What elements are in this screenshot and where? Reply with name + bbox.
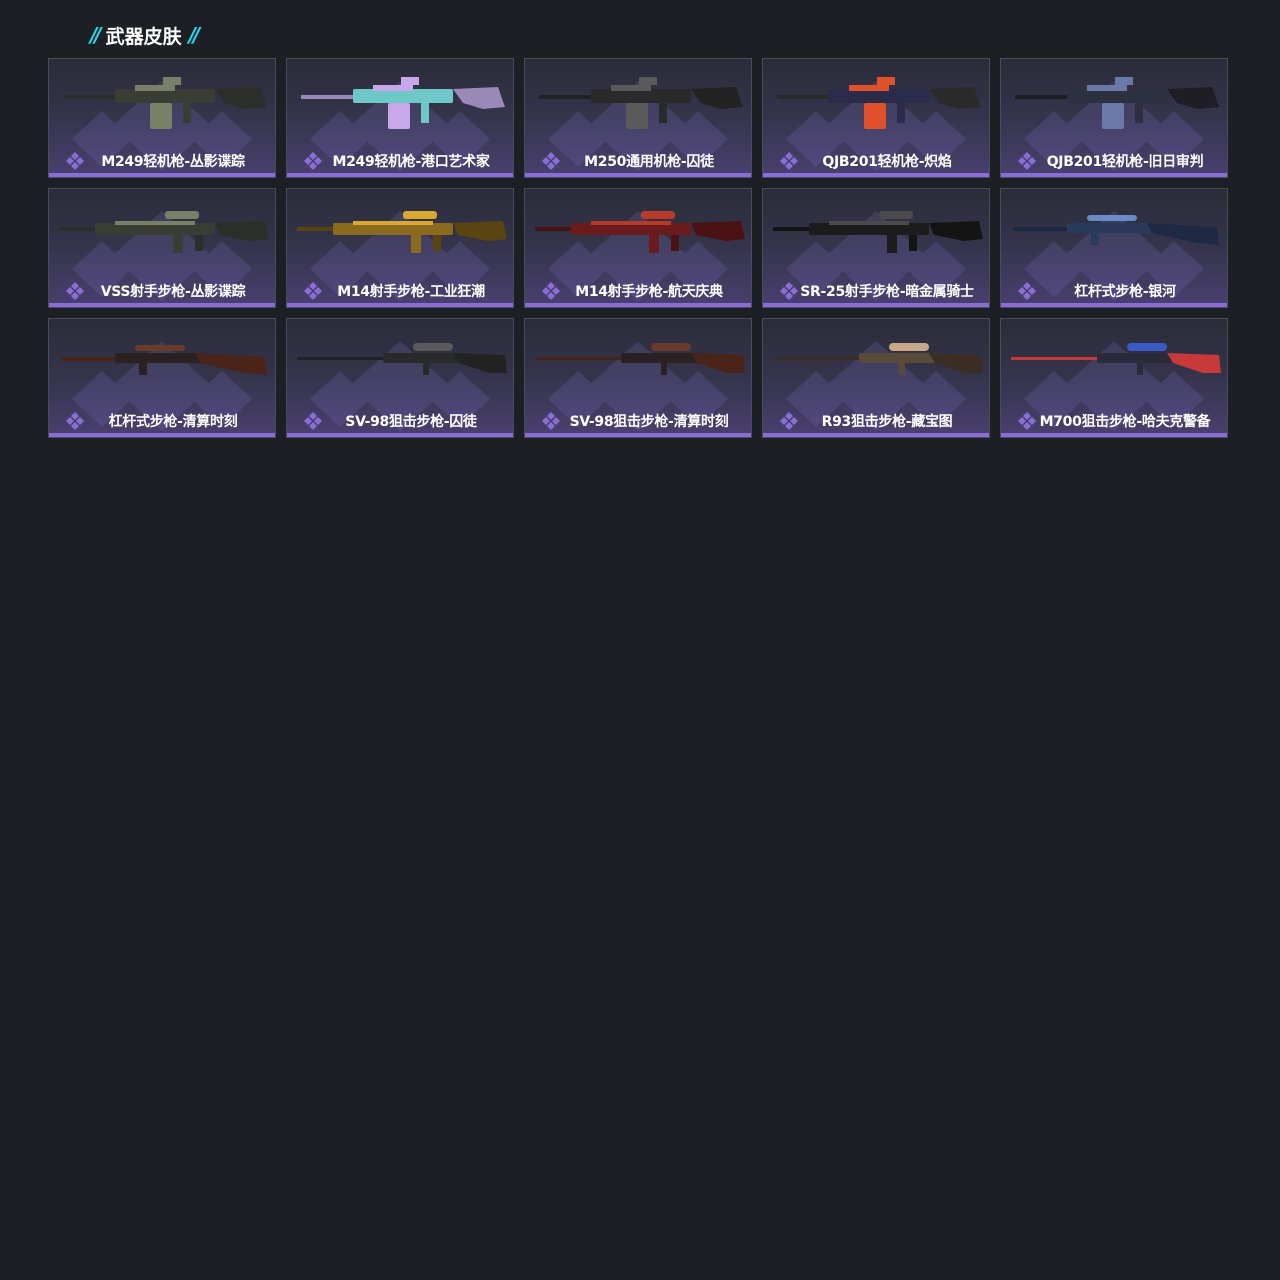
rarity-diamond-icon — [780, 152, 798, 170]
weapon-skin-name: M700狙击步枪-哈夫克警备 — [1039, 414, 1211, 430]
card-label-row: M14射手步枪-航天庆典 — [525, 281, 751, 301]
rarity-bar — [525, 173, 751, 177]
rarity-bar — [287, 303, 513, 307]
rarity-diamond-icon — [66, 152, 84, 170]
card-label-row: M249轻机枪-港口艺术家 — [287, 151, 513, 171]
card-label-row: SV-98狙击步枪-囚徒 — [287, 411, 513, 431]
rarity-diamond-icon — [1018, 282, 1036, 300]
rarity-diamond-icon — [1018, 412, 1036, 430]
sniper-rifle-icon — [1011, 343, 1221, 375]
rarity-diamond-icon — [66, 412, 84, 430]
slash-decoration-right: // — [188, 23, 200, 47]
rarity-bar — [1001, 433, 1227, 437]
section-header: // 武器皮肤 // — [90, 22, 200, 48]
card-label-row: M249轻机枪-丛影谍踪 — [49, 151, 275, 171]
rarity-diamond-icon — [542, 412, 560, 430]
rarity-bar — [49, 303, 275, 307]
card-label-row: SR-25射手步枪-暗金属骑士 — [763, 281, 989, 301]
weapon-skin-name: M14射手步枪-航天庆典 — [575, 284, 723, 300]
rarity-diamond-icon — [304, 282, 322, 300]
card-label-row: QJB201轻机枪-旧日审判 — [1001, 151, 1227, 171]
weapon-skin-name: R93狙击步枪-藏宝图 — [821, 414, 953, 430]
weapon-skin-grid: M249轻机枪-丛影谍踪 M249轻机枪-港口艺术家 M250通用机枪-囚徒 Q… — [48, 58, 1228, 438]
weapon-skin-card[interactable]: SV-98狙击步枪-清算时刻 — [524, 318, 752, 438]
weapon-skin-card[interactable]: QJB201轻机枪-炽焰 — [762, 58, 990, 178]
light-machine-gun-icon — [63, 77, 267, 129]
machine-gun-icon — [539, 77, 743, 129]
weapon-skin-card[interactable]: 杠杆式步枪-清算时刻 — [48, 318, 276, 438]
section-title: 武器皮肤 — [105, 25, 182, 48]
weapon-skin-name: QJB201轻机枪-旧日审判 — [1046, 154, 1204, 170]
weapon-skin-card[interactable]: M250通用机枪-囚徒 — [524, 58, 752, 178]
weapon-skin-card[interactable]: QJB201轻机枪-旧日审判 — [1000, 58, 1228, 178]
marksman-rifle-icon — [297, 211, 507, 253]
rarity-diamond-icon — [780, 282, 798, 300]
rarity-bar — [287, 433, 513, 437]
rarity-diamond-icon — [542, 282, 560, 300]
card-label-row: VSS射手步枪-丛影谍踪 — [49, 281, 275, 301]
sniper-rifle-icon — [297, 343, 507, 375]
card-label-row: 杠杆式步枪-清算时刻 — [49, 411, 275, 431]
weapon-skin-name: QJB201轻机枪-炽焰 — [822, 154, 952, 170]
rarity-bar — [525, 433, 751, 437]
marksman-rifle-icon — [59, 211, 269, 253]
weapon-skin-name: SV-98狙击步枪-囚徒 — [345, 414, 477, 430]
weapon-skin-card[interactable]: 杠杆式步枪-银河 — [1000, 188, 1228, 308]
rarity-bar — [763, 173, 989, 177]
rarity-bar — [287, 173, 513, 177]
rarity-bar — [763, 303, 989, 307]
rarity-diamond-icon — [66, 282, 84, 300]
rarity-bar — [49, 173, 275, 177]
light-machine-gun-icon — [301, 77, 505, 129]
card-label-row: M700狙击步枪-哈夫克警备 — [1001, 411, 1227, 431]
sniper-rifle-icon — [773, 343, 983, 375]
weapon-skin-card[interactable]: M249轻机枪-丛影谍踪 — [48, 58, 276, 178]
rarity-bar — [49, 433, 275, 437]
rarity-bar — [1001, 173, 1227, 177]
light-machine-gun-icon — [1015, 77, 1219, 129]
weapon-skin-card[interactable]: R93狙击步枪-藏宝图 — [762, 318, 990, 438]
card-label-row: 杠杆式步枪-银河 — [1001, 281, 1227, 301]
weapon-skin-name: M250通用机枪-囚徒 — [584, 154, 714, 170]
rarity-diamond-icon — [304, 152, 322, 170]
rarity-diamond-icon — [780, 412, 798, 430]
rarity-diamond-icon — [542, 152, 560, 170]
weapon-skin-name: SR-25射手步枪-暗金属骑士 — [800, 284, 974, 300]
rarity-bar — [763, 433, 989, 437]
weapon-skin-name: M249轻机枪-港口艺术家 — [332, 154, 490, 170]
rarity-bar — [1001, 303, 1227, 307]
card-label-row: M250通用机枪-囚徒 — [525, 151, 751, 171]
lever-action-rifle-icon — [61, 345, 267, 375]
weapon-skin-card[interactable]: VSS射手步枪-丛影谍踪 — [48, 188, 276, 308]
card-label-row: R93狙击步枪-藏宝图 — [763, 411, 989, 431]
rarity-bar — [525, 303, 751, 307]
weapon-skin-name: 杠杆式步枪-银河 — [1074, 284, 1176, 300]
weapon-skin-name: M249轻机枪-丛影谍踪 — [101, 154, 245, 170]
weapon-skin-name: M14射手步枪-工业狂潮 — [337, 284, 485, 300]
weapon-skin-name: VSS射手步枪-丛影谍踪 — [100, 284, 246, 300]
weapon-skin-card[interactable]: M14射手步枪-工业狂潮 — [286, 188, 514, 308]
weapon-skin-card[interactable]: SV-98狙击步枪-囚徒 — [286, 318, 514, 438]
weapon-skin-card[interactable]: M249轻机枪-港口艺术家 — [286, 58, 514, 178]
marksman-rifle-icon — [535, 211, 745, 253]
card-label-row: M14射手步枪-工业狂潮 — [287, 281, 513, 301]
rarity-diamond-icon — [304, 412, 322, 430]
weapon-skin-card[interactable]: SR-25射手步枪-暗金属骑士 — [762, 188, 990, 308]
slash-decoration-left: // — [90, 23, 101, 47]
rarity-diamond-icon — [1018, 152, 1036, 170]
weapon-skin-card[interactable]: M14射手步枪-航天庆典 — [524, 188, 752, 308]
sniper-rifle-icon — [535, 343, 745, 375]
lever-action-rifle-icon — [1013, 215, 1219, 245]
weapon-skin-name: 杠杆式步枪-清算时刻 — [108, 414, 238, 430]
weapon-skin-card[interactable]: M700狙击步枪-哈夫克警备 — [1000, 318, 1228, 438]
marksman-rifle-icon — [773, 211, 983, 253]
weapon-skin-name: SV-98狙击步枪-清算时刻 — [569, 414, 729, 430]
light-machine-gun-icon — [777, 77, 981, 129]
card-label-row: SV-98狙击步枪-清算时刻 — [525, 411, 751, 431]
card-label-row: QJB201轻机枪-炽焰 — [763, 151, 989, 171]
